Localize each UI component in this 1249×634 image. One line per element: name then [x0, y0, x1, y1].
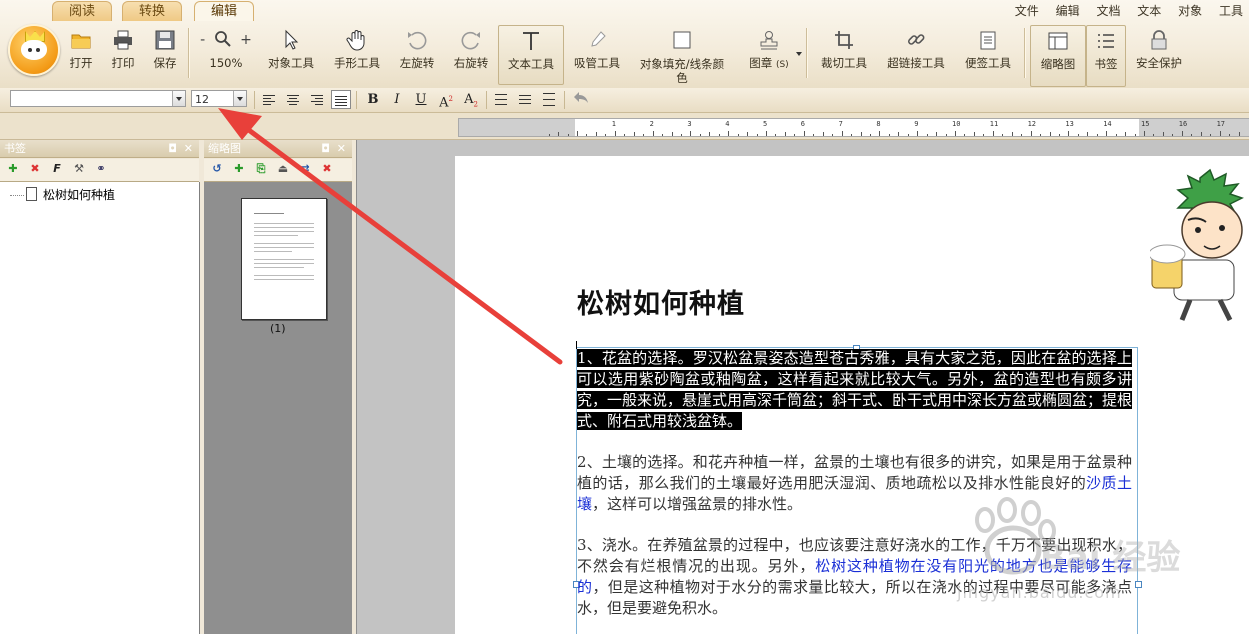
red-annotation-arrow	[218, 108, 563, 365]
app-window: 阅读 转换 编辑 文件 编辑 文档 文本 对象 工具 打开 打印 保存 - + …	[0, 0, 1249, 634]
